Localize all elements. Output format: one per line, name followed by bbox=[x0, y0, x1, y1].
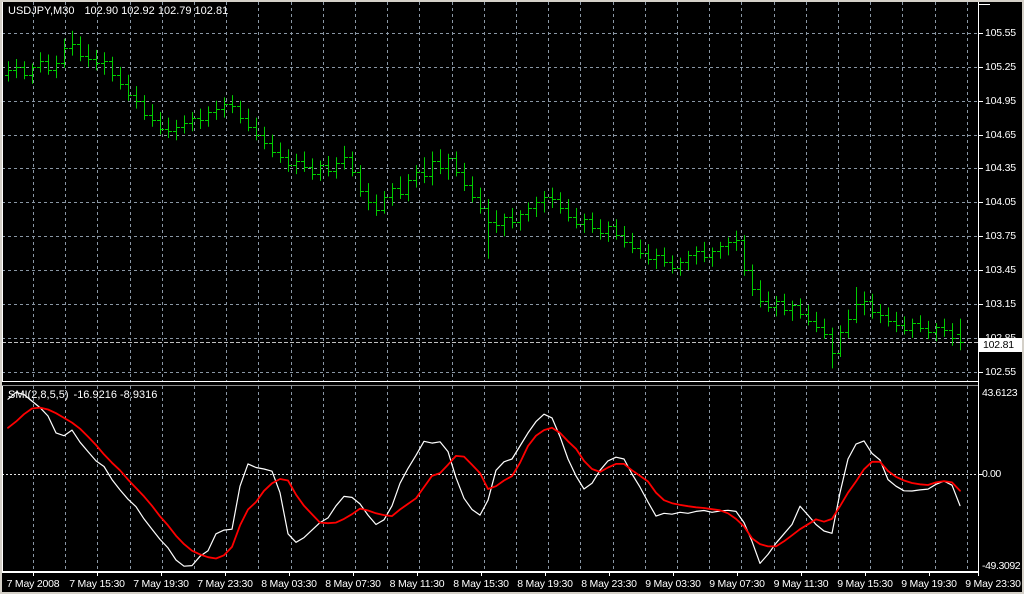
price-axis-label: 104.05 bbox=[985, 196, 1016, 208]
time-axis-label: 7 May 15:30 bbox=[69, 578, 125, 590]
indicator-name-label: SMI(2,8,5,5) bbox=[8, 389, 69, 401]
time-axis-label: 9 May 03:30 bbox=[645, 578, 701, 590]
chart-title: USDJPY,M30 102.90 102.92 102.79 102.81 bbox=[8, 5, 228, 17]
smi-axis-zero-tick bbox=[979, 474, 983, 475]
price-axis-label: 103.75 bbox=[985, 230, 1016, 242]
time-axis-label: 8 May 11:30 bbox=[390, 578, 445, 590]
time-axis-label: 7 May 23:30 bbox=[197, 578, 253, 590]
price-axis-label: 103.45 bbox=[985, 264, 1016, 276]
price-axis-label: 105.55 bbox=[985, 27, 1016, 39]
time-axis-label: 9 May 19:30 bbox=[901, 578, 957, 590]
time-axis-label: 9 May 15:30 bbox=[837, 578, 893, 590]
current-price-box: 102.81 bbox=[979, 338, 1022, 352]
price-axis-tick bbox=[979, 236, 983, 237]
price-axis-label: 104.65 bbox=[985, 129, 1016, 141]
indicator-canvas[interactable] bbox=[2, 386, 978, 571]
ohlc-values-label: 102.90 102.92 102.79 102.81 bbox=[84, 5, 228, 17]
price-axis-tick bbox=[979, 372, 983, 373]
time-axis-label: 8 May 03:30 bbox=[261, 578, 317, 590]
time-axis-label: 8 May 07:30 bbox=[325, 578, 381, 590]
price-axis-tick bbox=[979, 33, 983, 34]
price-axis-label: 104.35 bbox=[985, 162, 1016, 174]
price-axis-label: 102.55 bbox=[985, 366, 1016, 378]
price-axis-tick bbox=[979, 304, 983, 305]
time-axis-label: 9 May 07:30 bbox=[709, 578, 765, 590]
smi-axis-min-label: -49.3092 bbox=[982, 560, 1020, 572]
price-axis-tick bbox=[979, 101, 983, 102]
price-axis-tick bbox=[979, 67, 983, 68]
time-axis-label: 8 May 15:30 bbox=[453, 578, 509, 590]
smi-axis-max-label: 43.6123 bbox=[982, 387, 1017, 399]
price-axis-label: 105.25 bbox=[985, 61, 1016, 73]
price-chart-canvas[interactable] bbox=[2, 2, 978, 381]
price-axis[interactable]: 102.81 105.55 105.25 104.95 104.65 104.35 104… bbox=[978, 2, 1022, 576]
indicator-title: SMI(2,8,5,5) -16.9216 -8.9316 bbox=[8, 389, 157, 401]
time-axis-label: 9 May 11:30 bbox=[774, 578, 829, 590]
price-axis-tick bbox=[979, 168, 983, 169]
indicator-values-label: -16.9216 -8.9316 bbox=[74, 389, 158, 401]
time-axis-label: 7 May 2008 bbox=[7, 578, 60, 590]
price-axis-label: 104.95 bbox=[985, 95, 1016, 107]
chart-window: USDJPY,M30 102.90 102.92 102.79 102.81 SM… bbox=[0, 0, 1024, 594]
price-axis-tick bbox=[979, 135, 983, 136]
price-chart-pane[interactable]: USDJPY,M30 102.90 102.92 102.79 102.81 bbox=[2, 2, 978, 381]
smi-axis-zero-label: 0.00 bbox=[982, 468, 1001, 480]
axis-top-bracket bbox=[978, 4, 990, 5]
time-axis-label: 9 May 23:30 bbox=[965, 578, 1021, 590]
time-axis-label: 8 May 23:30 bbox=[581, 578, 637, 590]
time-axis[interactable]: 7 May 2008 7 May 15:30 7 May 19:30 7 May 23… bbox=[2, 576, 1022, 592]
time-axis-label: 8 May 19:30 bbox=[517, 578, 573, 590]
indicator-pane[interactable]: SMI(2,8,5,5) -16.9216 -8.9316 bbox=[2, 386, 978, 571]
price-axis-tick bbox=[979, 202, 983, 203]
price-axis-label: 103.15 bbox=[985, 298, 1016, 310]
price-axis-tick bbox=[979, 270, 983, 271]
time-axis-label: 7 May 19:30 bbox=[133, 578, 189, 590]
symbol-timeframe-label: USDJPY,M30 bbox=[8, 5, 74, 17]
